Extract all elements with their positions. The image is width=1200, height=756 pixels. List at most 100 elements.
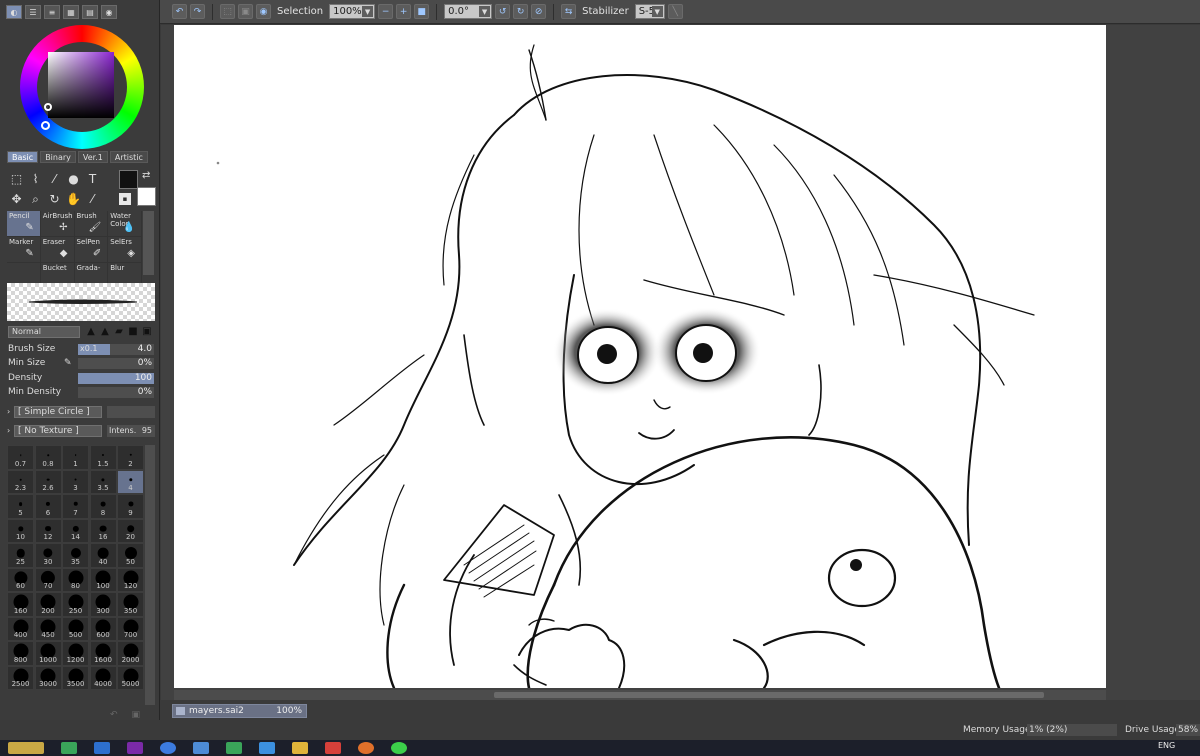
hue-cursor-icon[interactable] [41, 121, 50, 130]
canvas-horizontal-scrollbar[interactable] [174, 690, 1106, 700]
size-preset[interactable]: 70 [34, 567, 62, 592]
size-preset[interactable]: 1.5 [89, 445, 117, 470]
undo-icon[interactable]: ↶ [110, 710, 118, 720]
rotate-reset-icon[interactable]: ⊘ [531, 4, 547, 19]
chevron-right-icon[interactable]: › [7, 426, 10, 435]
size-preset[interactable]: 5000 [117, 665, 144, 690]
zoom-tool-icon[interactable]: ⌕ [26, 189, 45, 209]
soft-tip-icon[interactable]: ▰ [113, 326, 125, 337]
tab-binary[interactable]: Binary [40, 151, 76, 163]
size-preset[interactable]: 4000 [89, 665, 117, 690]
size-preset[interactable]: 50 [117, 543, 144, 568]
density-row[interactable]: Density 100 [8, 373, 154, 385]
drawing-canvas[interactable] [174, 25, 1106, 688]
brush-slot-water-color[interactable]: Water Color 💧 [108, 211, 142, 237]
size-preset[interactable]: 450 [34, 616, 62, 641]
swatches-view-icon[interactable]: ▦ [63, 5, 79, 19]
size-preset[interactable]: 6 [34, 494, 62, 519]
taskbar-app-icon[interactable] [61, 742, 77, 754]
move-icon[interactable]: ✥ [7, 189, 26, 209]
brush-slot-brush[interactable]: Brush 🖌 [74, 211, 109, 237]
taskbar-app-icon[interactable] [226, 742, 242, 754]
size-preset[interactable]: 3500 [62, 665, 89, 690]
size-preset[interactable]: 600 [89, 616, 117, 641]
flat-tip-icon[interactable]: ▲ [85, 326, 97, 337]
shape-icon[interactable]: ● [64, 169, 83, 189]
size-preset[interactable]: 120 [117, 567, 144, 592]
brush-slot-pencil[interactable]: Pencil ✎ [7, 211, 41, 237]
save-preset-icon[interactable]: ▣ [132, 710, 141, 720]
brush-slot-eraser[interactable]: Eraser ◆ [40, 237, 75, 263]
hard-tip-icon[interactable]: ▣ [141, 326, 153, 337]
saturation-value-square[interactable] [48, 52, 114, 118]
size-preset[interactable]: 0.7 [7, 445, 34, 470]
sv-cursor-icon[interactable] [44, 103, 52, 111]
size-preset[interactable]: 200 [34, 592, 62, 617]
size-preset[interactable]: 30 [34, 543, 62, 568]
brush-size-multiplier[interactable]: x0.1 [80, 344, 97, 353]
taskbar-app-icon[interactable] [193, 742, 209, 754]
zoom-in-icon[interactable]: + [396, 4, 412, 19]
size-preset[interactable]: 1600 [89, 641, 117, 666]
eyedropper-icon[interactable]: ⁄ [83, 189, 102, 209]
rect-select-icon[interactable]: ⬚ [7, 169, 26, 189]
size-preset[interactable]: 2.6 [34, 469, 62, 494]
brush-list-scrollbar[interactable] [143, 211, 154, 275]
taskbar-app-icon[interactable] [325, 742, 341, 754]
navigator-view-icon[interactable]: ◉ [101, 5, 117, 19]
size-preset[interactable]: 5 [7, 494, 34, 519]
flip-horizontal-icon[interactable]: ⇆ [561, 4, 577, 19]
taskbar-app-icon[interactable] [94, 742, 110, 754]
size-preset[interactable]: 2 [117, 445, 144, 470]
size-preset[interactable]: 14 [62, 518, 89, 543]
chevron-right-icon[interactable]: › [7, 407, 10, 416]
size-preset[interactable]: 2.3 [7, 469, 34, 494]
folder-icon[interactable] [292, 742, 308, 754]
min-size-row[interactable]: Min Size ✎ 0% [8, 358, 154, 370]
size-preset[interactable]: 7 [62, 494, 89, 519]
selection-visibility-icon[interactable]: ◉ [256, 4, 271, 19]
size-preset[interactable]: 1 [62, 445, 89, 470]
rgb-slider-view-icon[interactable]: ☰ [25, 5, 41, 19]
taskbar-app-icon[interactable] [358, 742, 374, 754]
size-preset[interactable]: 1200 [62, 641, 89, 666]
brush-slot-marker[interactable]: Marker ✎ [7, 237, 41, 263]
size-preset[interactable]: 12 [34, 518, 62, 543]
hsv-slider-view-icon[interactable]: ≡ [44, 5, 60, 19]
swap-colors-icon[interactable]: ⇄ [142, 170, 150, 181]
size-preset[interactable]: 4 [117, 469, 144, 494]
size-preset[interactable]: 3 [62, 469, 89, 494]
min-density-row[interactable]: Min Density 0% [8, 387, 154, 399]
size-preset[interactable]: 8 [89, 494, 117, 519]
round-tip-icon[interactable]: ▲ [99, 326, 111, 337]
invert-selection-icon[interactable]: ▣ [238, 4, 253, 19]
brush-slot-selers[interactable]: SelErs ◈ [108, 237, 142, 263]
texture-select[interactable]: [ No Texture ] [14, 425, 102, 437]
size-preset[interactable]: 1000 [34, 641, 62, 666]
undo-icon[interactable]: ↶ [172, 4, 187, 19]
taskbar-app-icon[interactable] [160, 742, 176, 754]
size-preset[interactable]: 35 [62, 543, 89, 568]
zoom-reset-icon[interactable]: ■ [414, 4, 430, 19]
tab-ver1[interactable]: Ver.1 [77, 151, 108, 163]
square-tip-icon[interactable]: ■ [127, 326, 139, 337]
transparent-color-icon[interactable]: ▪ [119, 193, 131, 205]
hand-icon[interactable]: ✋ [64, 189, 83, 209]
taskbar-app-icon[interactable] [127, 742, 143, 754]
canvas-viewport[interactable] [161, 25, 1200, 700]
brush-slot-airbrush[interactable]: AirBrush ✢ [40, 211, 75, 237]
size-preset[interactable]: 40 [89, 543, 117, 568]
rotate-tool-icon[interactable]: ↻ [45, 189, 64, 209]
line-tool-icon[interactable]: ╲ [667, 4, 683, 19]
size-preset[interactable]: 16 [89, 518, 117, 543]
blend-mode-select[interactable]: Normal [8, 326, 80, 338]
size-preset[interactable]: 800 [7, 641, 34, 666]
shape-strength-field[interactable] [107, 406, 155, 418]
start-icon[interactable] [8, 742, 44, 754]
taskbar-app-icon[interactable] [391, 742, 407, 754]
background-color-swatch[interactable] [137, 187, 156, 206]
pressure-pen-icon[interactable]: ✎ [64, 358, 72, 368]
size-preset[interactable]: 250 [62, 592, 89, 617]
deselect-icon[interactable]: ⬚ [220, 4, 235, 19]
texture-intensity-field[interactable]: Intens. 95 [107, 425, 155, 437]
